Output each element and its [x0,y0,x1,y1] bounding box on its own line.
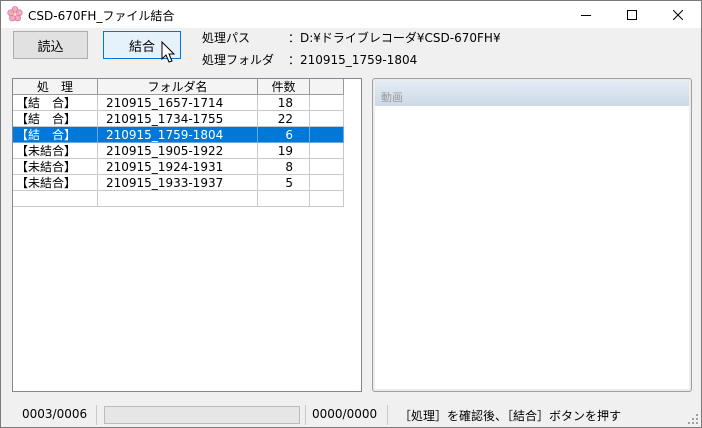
minimize-icon [581,14,591,16]
row-count: 8 [258,159,310,175]
row-count [258,191,310,207]
row-count: 19 [258,143,310,159]
row-filler [310,191,344,207]
progress-bar [104,406,300,424]
row-filler [310,111,344,127]
path-info: 処理パス ：D:¥ドライブレコーダ¥CSD-670FH¥ [202,29,501,46]
row-folder: 210915_1924-1931 [98,159,258,175]
title-bar[interactable]: CSD-670FH_ファイル結合 [1,1,701,28]
maximize-icon [627,9,637,20]
status-divider [96,405,97,425]
close-icon [673,9,683,20]
row-folder [98,191,258,207]
row-count: 6 [258,127,310,143]
maximize-button[interactable] [609,1,655,28]
folder-label: 処理フォルダ [202,53,275,67]
close-button[interactable] [655,1,701,28]
folder-info: 処理フォルダ ：210915_1759-1804 [202,51,417,68]
row-filler [310,127,344,143]
load-button[interactable]: 読込 [13,31,88,59]
column-header-count[interactable]: 件数 [258,79,310,95]
minimize-button[interactable] [563,1,609,28]
row-status: 【未結合】 [13,143,98,159]
row-folder: 210915_1905-1922 [98,143,258,159]
row-status: 【未結合】 [13,159,98,175]
app-window: CSD-670FH_ファイル結合 読込 結合 処理パス ：D:¥ドライブレコーダ¥… [0,0,702,428]
status-divider [305,405,306,425]
folder-value: ：210915_1759-1804 [288,53,418,67]
row-count: 22 [258,111,310,127]
row-folder: 210915_1657-1714 [98,95,258,111]
status-divider [387,405,388,425]
video-preview-area[interactable] [375,106,689,389]
video-panel-label: 動画 [381,91,403,104]
row-filler [310,175,344,191]
file-counter: 0003/0006 [22,407,88,421]
time-counter: 0000/0000 [312,407,378,421]
window-title: CSD-670FH_ファイル結合 [28,9,175,23]
status-bar: 0003/0006 0000/0000 ［処理］を確認後、［結合］ボタンを押す [1,403,701,427]
mouse-cursor-icon [161,41,176,63]
row-folder: 210915_1933-1937 [98,175,258,191]
row-folder: 210915_1759-1804 [98,127,258,143]
row-status: 【結 合】 [13,111,98,127]
path-label: 処理パス [202,31,251,45]
status-message: ［処理］を確認後、［結合］ボタンを押す [399,409,622,423]
row-filler [310,143,344,159]
row-count: 5 [258,175,310,191]
row-status: 【未結合】 [13,175,98,191]
row-filler [310,159,344,175]
sakura-flower-icon [7,6,23,22]
video-panel: 動画 [372,78,692,392]
row-status: 【結 合】 [13,95,98,111]
column-header-status[interactable]: 処 理 [13,79,98,95]
folder-list[interactable]: 処 理 フォルダ名 件数 【結 合】 210915_1657-1714 18 【… [12,78,362,392]
resize-grip-icon[interactable] [687,413,699,425]
row-status [13,191,98,207]
row-count: 18 [258,95,310,111]
column-header-filler [310,79,344,95]
path-value: ：D:¥ドライブレコーダ¥CSD-670FH¥ [288,31,501,45]
video-panel-header: 動画 [375,81,689,106]
row-folder: 210915_1734-1755 [98,111,258,127]
row-filler [310,95,344,111]
column-header-folder[interactable]: フォルダ名 [98,79,258,95]
row-status: 【結 合】 [13,127,98,143]
